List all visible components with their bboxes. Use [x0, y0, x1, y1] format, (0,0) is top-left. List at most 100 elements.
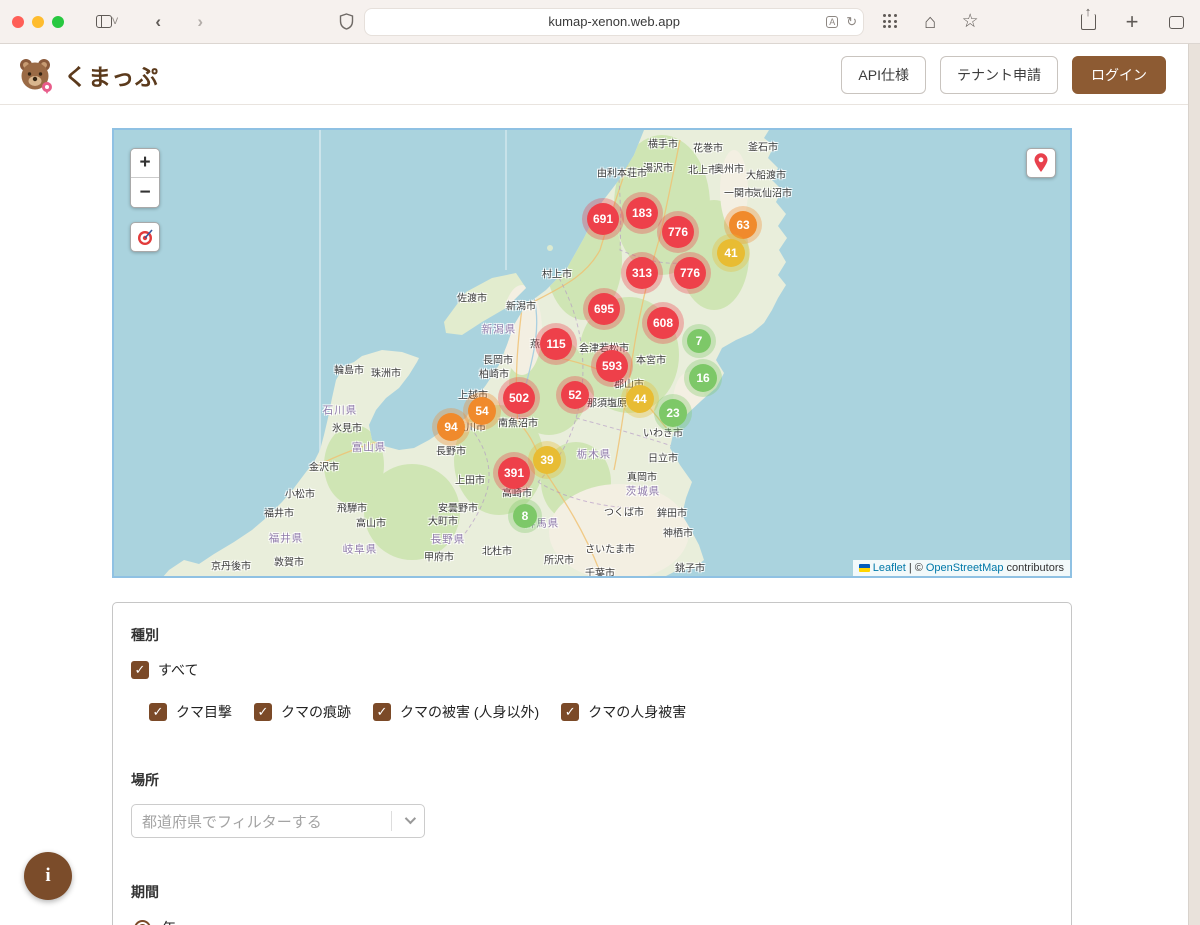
reload-icon[interactable]: ↻ [846, 14, 857, 30]
filter-type-checkbox[interactable]: ✓ クマの痕跡 [254, 702, 351, 722]
address-bar[interactable]: kumap-xenon.web.app A ↻ [364, 8, 864, 36]
bookmark-star-icon[interactable]: ☆ [956, 8, 984, 36]
cluster-marker[interactable]: 391 [493, 452, 535, 494]
cluster-count: 608 [647, 307, 679, 339]
home-icon[interactable]: ⌂ [916, 8, 944, 36]
cluster-count: 691 [587, 203, 619, 235]
cluster-marker[interactable]: 23 [654, 394, 692, 432]
cluster-count: 183 [626, 197, 658, 229]
cluster-marker[interactable]: 695 [583, 288, 625, 330]
cluster-count: 54 [468, 397, 496, 425]
locate-button[interactable] [130, 222, 160, 252]
extensions-grid-icon[interactable] [876, 8, 904, 36]
cluster-count: 94 [437, 413, 465, 441]
page: ᐯ ‹ › kumap-xenon.web.app A ↻ ⌂ ☆ + [0, 0, 1200, 925]
zoom-out-button[interactable]: − [131, 178, 159, 207]
map-pin-icon [1032, 153, 1050, 173]
zoom-in-button[interactable]: + [131, 149, 159, 178]
cluster-count: 391 [498, 457, 530, 489]
cluster-marker[interactable]: 313 [621, 252, 663, 294]
prefecture-filter-select[interactable]: 都道府県でフィルターする [131, 804, 425, 838]
info-fab-button[interactable]: i [24, 852, 72, 900]
tab-overview-icon[interactable] [1162, 8, 1190, 36]
tenant-apply-button[interactable]: テナント申請 [940, 56, 1058, 94]
cluster-count: 41 [717, 239, 745, 267]
cluster-marker[interactable]: 94 [432, 408, 470, 446]
minimize-window-button[interactable] [32, 16, 44, 28]
scrollbar-track[interactable] [1188, 44, 1200, 925]
checkbox-checked-icon[interactable]: ✓ [254, 703, 272, 721]
forward-button[interactable]: › [186, 8, 214, 36]
place-section-label: 場所 [131, 770, 1053, 790]
cluster-count: 44 [626, 385, 654, 413]
window-controls[interactable] [12, 16, 64, 28]
cluster-count: 52 [561, 381, 589, 409]
new-tab-icon[interactable]: + [1118, 8, 1146, 36]
cluster-count: 8 [513, 504, 537, 528]
map-attribution: Leaflet | © OpenStreetMap contributors [853, 560, 1070, 576]
period-section-label: 期間 [131, 882, 1053, 902]
zoom-control: + − [130, 148, 160, 208]
checkbox-label: クマの被害 (人身以外) [400, 702, 539, 722]
cluster-count: 115 [540, 328, 572, 360]
map[interactable]: 横手市花巻市釜石市湯沢市北上市奥州市大船渡市由利本荘市気仙沼市一関市村上市佐渡市… [112, 128, 1072, 578]
filter-type-checkbox[interactable]: ✓ クマの人身被害 [561, 702, 686, 722]
checkbox-label: クマの痕跡 [281, 702, 351, 722]
share-icon[interactable] [1074, 8, 1102, 36]
close-window-button[interactable] [12, 16, 24, 28]
app-header: くまっぷ API仕様 テナント申請 ログイン [0, 45, 1188, 105]
filter-type-checkbox[interactable]: ✓クマ目撃 [149, 702, 232, 722]
browser-chrome: ᐯ ‹ › kumap-xenon.web.app A ↻ ⌂ ☆ + [0, 0, 1200, 44]
chevron-down-icon[interactable]: ᐯ [112, 16, 118, 27]
cluster-count: 16 [689, 364, 717, 392]
cluster-marker[interactable]: 608 [642, 302, 684, 344]
add-pin-button[interactable] [1026, 148, 1056, 178]
checkbox-label: クマの人身被害 [588, 702, 686, 722]
type-checkbox-row: ✓クマ目撃✓クマの痕跡✓クマの被害 (人身以外)✓クマの人身被害 [149, 702, 1053, 722]
cluster-marker[interactable]: 8 [508, 499, 542, 533]
cluster-marker[interactable]: 115 [535, 323, 577, 365]
cluster-count: 23 [659, 399, 687, 427]
login-button[interactable]: ログイン [1072, 56, 1166, 94]
filter-panel: 種別 ✓ すべて ✓クマ目撃✓クマの痕跡✓クマの被害 (人身以外)✓クマの人身被… [112, 602, 1072, 925]
cluster-count: 776 [674, 257, 706, 289]
cluster-count: 39 [533, 446, 561, 474]
zoom-window-button[interactable] [52, 16, 64, 28]
privacy-shield-icon[interactable] [332, 8, 360, 36]
filter-all-checkbox[interactable]: ✓ すべて [131, 660, 198, 680]
translate-icon[interactable]: A [826, 16, 838, 28]
checkbox-checked-icon[interactable]: ✓ [131, 661, 149, 679]
ukraine-flag-icon [859, 564, 870, 572]
checkbox-checked-icon[interactable]: ✓ [373, 703, 391, 721]
select-placeholder: 都道府県でフィルターする [142, 811, 322, 832]
cluster-marker[interactable]: 776 [669, 252, 711, 294]
app-logo[interactable]: くまっぷ [14, 54, 159, 96]
osm-link[interactable]: OpenStreetMap [926, 562, 1004, 574]
cluster-marker[interactable]: 41 [712, 234, 750, 272]
cluster-count: 695 [588, 293, 620, 325]
api-spec-button[interactable]: API仕様 [841, 56, 926, 94]
cluster-marker[interactable]: 502 [498, 377, 540, 419]
chevron-down-icon [405, 813, 416, 824]
cluster-count: 7 [687, 329, 711, 353]
cluster-count: 593 [596, 350, 628, 382]
checkbox-checked-icon[interactable]: ✓ [561, 703, 579, 721]
type-section-label: 種別 [131, 625, 1053, 645]
cluster-marker[interactable]: 7 [682, 324, 716, 358]
leaflet-link[interactable]: Leaflet [873, 562, 906, 574]
cluster-marker[interactable]: 16 [684, 359, 722, 397]
cluster-marker[interactable]: 691 [582, 198, 624, 240]
url-text: kumap-xenon.web.app [548, 14, 680, 29]
back-button[interactable]: ‹ [144, 8, 172, 36]
cluster-marker[interactable]: 776 [657, 211, 699, 253]
cluster-marker[interactable]: 52 [556, 376, 594, 414]
bear-logo-icon [14, 54, 56, 96]
cluster-count: 776 [662, 216, 694, 248]
period-year-radio[interactable]: 年 [134, 918, 1053, 925]
filter-type-checkbox[interactable]: ✓ クマの被害 (人身以外) [373, 702, 539, 722]
radio-selected-icon[interactable] [134, 920, 151, 925]
cluster-marker[interactable]: 593 [591, 345, 633, 387]
cluster-count: 502 [503, 382, 535, 414]
cluster-count: 313 [626, 257, 658, 289]
checkbox-checked-icon[interactable]: ✓ [149, 703, 167, 721]
